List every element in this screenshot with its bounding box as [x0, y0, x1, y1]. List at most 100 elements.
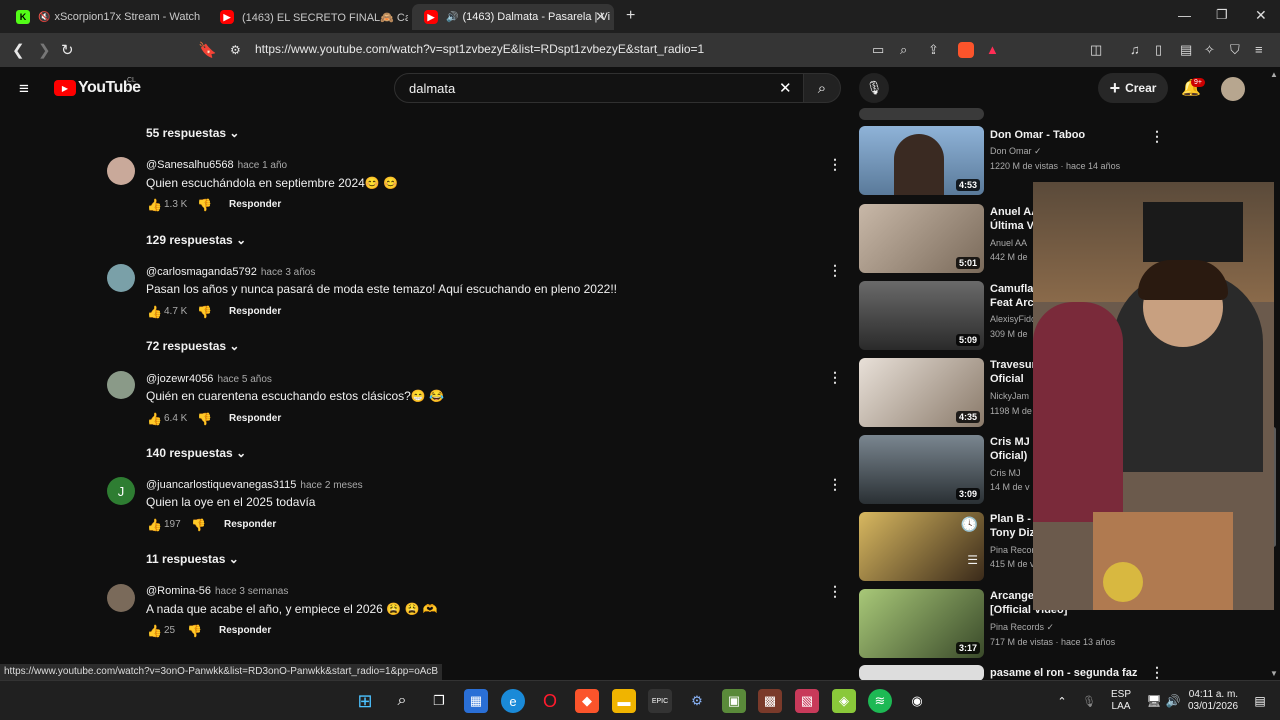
avatar[interactable]: J — [107, 477, 135, 505]
leo-icon[interactable]: ✧ — [1204, 42, 1215, 58]
voice-search-icon[interactable]: 🎙 — [859, 73, 889, 103]
app-icon[interactable]: ▧ — [795, 689, 819, 713]
dislike-icon[interactable]: 👎 — [197, 412, 212, 426]
brave-shields-icon[interactable] — [958, 42, 974, 58]
video-channel[interactable]: AlexisyFido — [990, 313, 1036, 326]
steam-icon[interactable]: ⚙ — [685, 689, 709, 713]
reload-icon[interactable]: ↻ — [61, 41, 74, 59]
like-icon[interactable]: 👍 — [147, 518, 162, 532]
video-title[interactable]: pasame el ron - segunda faz — [990, 666, 1137, 680]
channel-name[interactable]: Don Omar — [990, 146, 1032, 156]
like-icon[interactable]: 👍 — [147, 198, 162, 212]
share-icon[interactable]: ⇪ — [928, 42, 939, 58]
more-options-icon[interactable]: ⋮ — [1150, 128, 1164, 145]
video-thumbnail[interactable]: 5:09 — [859, 281, 984, 350]
author-handle[interactable]: @Sanesalhu6568 — [146, 159, 234, 171]
more-options-icon[interactable]: ⋮ — [828, 262, 842, 279]
author-handle[interactable]: @juancarlostiquevanegas3115 — [146, 479, 296, 491]
edge-icon[interactable]: e — [501, 689, 525, 713]
menu-icon[interactable]: ≡ — [1255, 42, 1263, 57]
mic-icon[interactable]: 🎙 — [1077, 689, 1101, 713]
reply-button[interactable]: Responder — [229, 199, 281, 210]
brave-icon[interactable]: ◆ — [575, 689, 599, 713]
comment-author[interactable]: @Romina-56 hace 3 semanas — [146, 585, 288, 597]
add-to-queue-icon[interactable]: ☰ — [967, 553, 978, 567]
forward-icon[interactable]: ❯ — [38, 41, 51, 59]
video-thumbnail[interactable]: 3:17 — [859, 589, 984, 658]
comment-author[interactable]: @jozewr4056 hace 5 años — [146, 373, 272, 385]
opera-icon[interactable]: O — [538, 689, 562, 713]
like-icon[interactable]: 👍 — [147, 624, 162, 638]
video-thumbnail[interactable] — [859, 665, 984, 681]
minecraft-icon[interactable]: ▣ — [722, 689, 746, 713]
comment-time[interactable]: hace 1 año — [238, 160, 288, 171]
author-handle[interactable]: @jozewr4056 — [146, 373, 213, 385]
channel-name[interactable]: Pina Records — [990, 622, 1044, 632]
back-icon[interactable]: ❮ — [12, 41, 25, 59]
video-thumbnail[interactable] — [859, 108, 984, 120]
video-thumbnail[interactable]: 🕓 ☰ — [859, 512, 984, 581]
url-field[interactable]: https://www.youtube.com/watch?v=spt1zvbe… — [255, 42, 704, 56]
reply-button[interactable]: Responder — [229, 413, 281, 424]
video-thumbnail[interactable]: 4:35 — [859, 358, 984, 427]
video-title[interactable]: Don Omar - Taboo — [990, 128, 1085, 142]
obs-icon[interactable]: ◉ — [905, 689, 929, 713]
replies-toggle[interactable]: 129 respuestas ⌄ — [146, 233, 246, 247]
epic-games-icon[interactable]: EPIC — [648, 689, 672, 713]
dislike-icon[interactable]: 👎 — [191, 518, 206, 532]
search-button[interactable]: ⌕ — [803, 73, 841, 103]
comment-author[interactable]: @carlosmaganda5792 hace 3 años — [146, 266, 315, 278]
brave-rewards-icon[interactable]: ▲ — [986, 42, 999, 57]
avatar[interactable] — [107, 157, 135, 185]
minimize-icon[interactable]: — — [1178, 8, 1191, 23]
search-icon[interactable]: ⌕ — [390, 689, 414, 713]
more-options-icon[interactable]: ⋮ — [828, 156, 842, 173]
notification-center-icon[interactable]: ▤ — [1248, 689, 1272, 713]
comment-author[interactable]: @juancarlostiquevanegas3115 hace 2 meses — [146, 479, 363, 491]
reply-button[interactable]: Responder — [229, 306, 281, 317]
comment-time[interactable]: hace 2 meses — [300, 480, 362, 491]
tab-dalmata[interactable]: ▶ 🔊 (1463) Dalmata - Pasarela | Vi ✕ — [412, 4, 614, 30]
task-view-icon[interactable]: ❐ — [427, 689, 451, 713]
tray-overflow-icon[interactable]: ⌃ — [1050, 689, 1074, 713]
avatar[interactable] — [107, 371, 135, 399]
video-channel[interactable]: Pina Recor — [990, 544, 1035, 557]
youtube-logo-icon[interactable]: ▶ — [54, 80, 76, 96]
replies-toggle[interactable]: 140 respuestas ⌄ — [146, 446, 246, 460]
video-thumbnail[interactable]: 3:09 — [859, 435, 984, 504]
more-options-icon[interactable]: ⋮ — [828, 583, 842, 600]
avatar[interactable] — [107, 584, 135, 612]
search-box[interactable]: dalmata ✕ — [394, 73, 804, 103]
media-icon[interactable]: ♫ — [1130, 42, 1140, 57]
hamburger-icon[interactable]: ≡ — [19, 79, 29, 99]
site-settings-icon[interactable]: ⚙ — [230, 43, 241, 57]
game-icon[interactable]: ▩ — [758, 689, 782, 713]
dislike-icon[interactable]: 👎 — [197, 305, 212, 319]
author-handle[interactable]: @Romina-56 — [146, 585, 211, 597]
replies-toggle[interactable]: 55 respuestas ⌄ — [146, 126, 239, 140]
close-window-icon[interactable]: ✕ — [1255, 7, 1267, 24]
more-options-icon[interactable]: ⋮ — [1150, 664, 1164, 681]
app-icon-2[interactable]: ◈ — [832, 689, 856, 713]
video-channel[interactable]: Anuel AA — [990, 237, 1027, 250]
video-channel[interactable]: Don Omar ✓ — [990, 145, 1042, 158]
video-thumbnail[interactable]: 5:01 — [859, 204, 984, 273]
replies-toggle[interactable]: 72 respuestas ⌄ — [146, 339, 239, 353]
file-explorer-icon[interactable]: ▬ — [612, 689, 636, 713]
search-input[interactable]: dalmata — [409, 81, 455, 96]
tab-kick-stream[interactable]: K 🔇 xScorpion17x Stream - Watch Live — [4, 4, 204, 30]
scroll-down-icon[interactable]: ▼ — [1270, 669, 1278, 678]
reply-button[interactable]: Responder — [224, 519, 276, 530]
wallet-icon[interactable]: ▤ — [1180, 42, 1192, 58]
create-button[interactable]: + Crear — [1098, 73, 1168, 103]
extensions-icon[interactable]: ◫ — [1090, 42, 1102, 58]
video-title[interactable]: Cris MJ - Oficial) — [990, 435, 1036, 463]
store-icon[interactable]: ▦ — [464, 689, 488, 713]
author-handle[interactable]: @carlosmaganda5792 — [146, 266, 257, 278]
more-options-icon[interactable]: ⋮ — [828, 476, 842, 493]
replies-toggle[interactable]: 11 respuestas ⌄ — [146, 552, 239, 566]
scroll-up-icon[interactable]: ▲ — [1270, 70, 1278, 79]
like-icon[interactable]: 👍 — [147, 412, 162, 426]
dislike-icon[interactable]: 👎 — [197, 198, 212, 212]
volume-icon[interactable]: 🔊 — [1161, 689, 1185, 713]
